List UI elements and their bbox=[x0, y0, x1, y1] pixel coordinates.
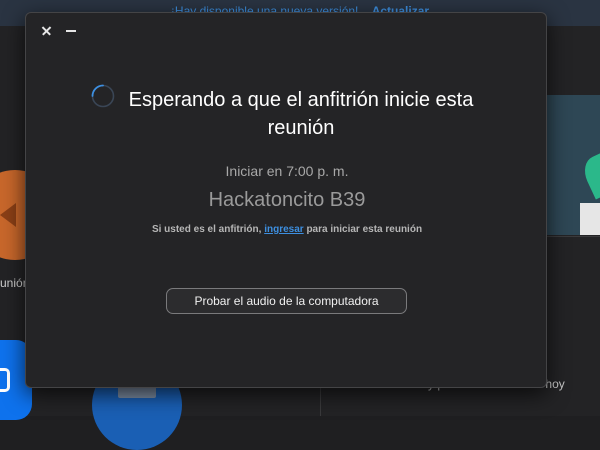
test-computer-audio-button[interactable]: Probar el audio de la computadora bbox=[166, 288, 407, 314]
minimize-icon[interactable] bbox=[64, 23, 80, 39]
loading-spinner-icon bbox=[91, 84, 115, 108]
host-login-prefix: Si usted es el anfitrión, bbox=[151, 224, 265, 235]
meeting-title: Hackatoncito B39 bbox=[208, 189, 366, 211]
divider bbox=[546, 236, 600, 237]
background-image-panel bbox=[546, 95, 600, 235]
plant-pot bbox=[580, 203, 600, 235]
waiting-for-host-dialog: Esperando a que el anfitrión inicie esta… bbox=[25, 12, 547, 388]
close-icon[interactable] bbox=[39, 23, 55, 39]
host-login-link[interactable]: ingresar bbox=[264, 224, 303, 235]
video-icon bbox=[0, 203, 16, 227]
join-icon bbox=[0, 368, 10, 392]
host-login-line: Si usted es el anfitrión, ingresar para … bbox=[26, 224, 548, 235]
meeting-start-time: Iniciar en 7:00 p. m. bbox=[225, 163, 349, 179]
host-login-suffix: para iniciar esta reunión bbox=[303, 224, 423, 235]
plant-leaf bbox=[578, 150, 600, 200]
waiting-heading: Esperando a que el anfitrión inicie esta… bbox=[128, 89, 474, 139]
